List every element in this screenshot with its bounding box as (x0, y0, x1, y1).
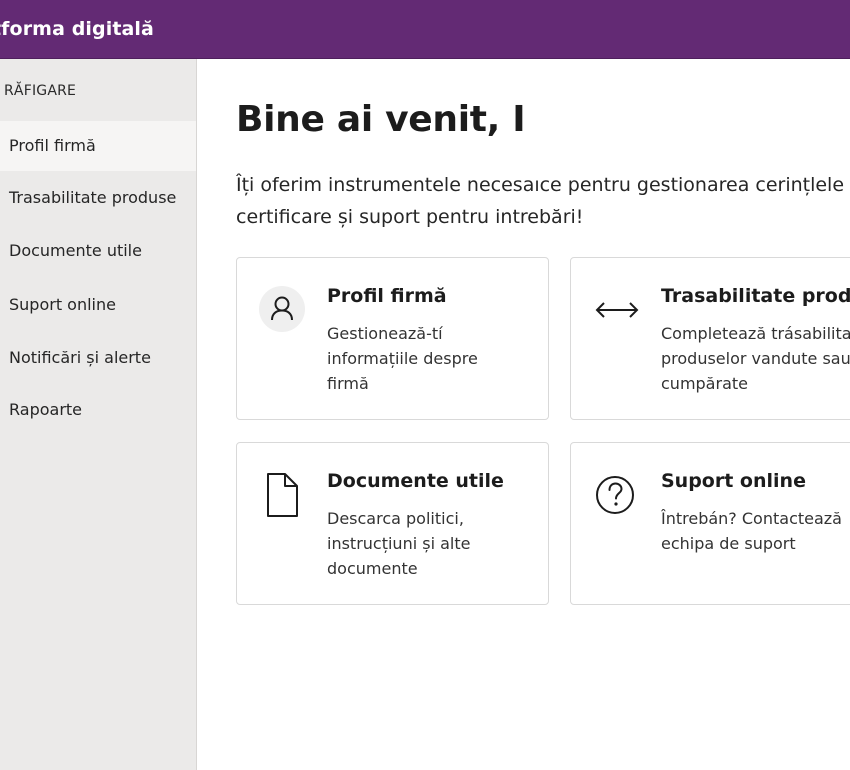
top-bar: tforma digitală (0, 0, 850, 59)
main-content: Bine ai venit, I Îți oferim instrumentel… (197, 59, 850, 770)
card-trasabilitate-produse[interactable]: Trasabilitate produse Completează trásab… (570, 257, 850, 420)
card-desc-line: Completează trásabilitatea (661, 324, 850, 343)
card-desc-line: Descarca politici, (327, 509, 464, 528)
card-desc-line: instrucțiuni și alte (327, 534, 471, 553)
intro-line-1: Îți oferim instrumentele necesaıce pentr… (236, 174, 845, 196)
app-title: tforma digitală (0, 18, 154, 40)
sidebar-item-rapoarte[interactable]: Rapoarte (0, 385, 196, 435)
sidebar-item-profil-firma[interactable]: Profil firmă (0, 121, 196, 171)
card-description: Gestionează-tí informațiile despre firmă (327, 321, 542, 396)
sidebar-item-label: Rapoarte (9, 400, 83, 419)
card-description: Întrebán? Contactează echipa de suport (661, 506, 850, 556)
sidebar-item-trasabilitate-produse[interactable]: Trasabilitate produse (0, 173, 196, 223)
sidebar-item-label: Profil firmă (9, 136, 96, 155)
card-desc-line: documente (327, 559, 418, 578)
card-desc-line: firmă (327, 374, 369, 393)
intro-text: Îți oferim instrumentele necesaıce pentr… (236, 169, 850, 233)
sidebar-item-documente-utile[interactable]: Documente utile (0, 226, 196, 276)
intro-line-2: certificare și suport pentru intrebări! (236, 206, 584, 228)
sidebar: RĂFIGARE Profil firmă Trasabilitate prod… (0, 59, 197, 770)
card-desc-line: echipa de suport (661, 534, 796, 553)
sidebar-item-suport-online[interactable]: Suport online (0, 280, 196, 330)
card-documente-utile[interactable]: Documente utile Descarca politici, instr… (236, 442, 549, 605)
sidebar-header: RĂFIGARE (4, 83, 77, 99)
sidebar-item-notificari-alerte[interactable]: Notificări și alerte (0, 333, 196, 383)
card-desc-line: Întrebán? Contactează (661, 509, 842, 528)
sidebar-item-label: Suport online (9, 295, 116, 314)
sidebar-item-label: Documente utile (9, 241, 142, 260)
page-title: Bine ai venit, I (236, 99, 526, 140)
sidebar-item-label: Trasabilitate produse (9, 188, 177, 207)
card-title: Profil firmă (327, 285, 447, 307)
card-description: Descarca politici, instrucțiuni și alte … (327, 506, 542, 581)
help-circle-icon (593, 471, 641, 519)
card-description: Completează trásabilitatea produselor va… (661, 321, 850, 396)
card-profil-firma[interactable]: Profil firmă Gestionează-tí informațiile… (236, 257, 549, 420)
user-icon (259, 286, 307, 334)
card-desc-line: cumpărate (661, 374, 748, 393)
sidebar-item-label: Notificări și alerte (9, 348, 151, 367)
card-title: Trasabilitate produse (661, 285, 850, 307)
document-icon (259, 471, 307, 519)
card-desc-line: produselor vandute sau (661, 349, 850, 368)
card-title: Documente utile (327, 470, 504, 492)
arrows-left-right-icon (593, 286, 641, 334)
card-suport-online[interactable]: Suport online Întrebán? Contactează echi… (570, 442, 850, 605)
card-desc-line: informațiile despre (327, 349, 478, 368)
card-title: Suport online (661, 470, 806, 492)
card-desc-line: Gestionează-tí (327, 324, 443, 343)
